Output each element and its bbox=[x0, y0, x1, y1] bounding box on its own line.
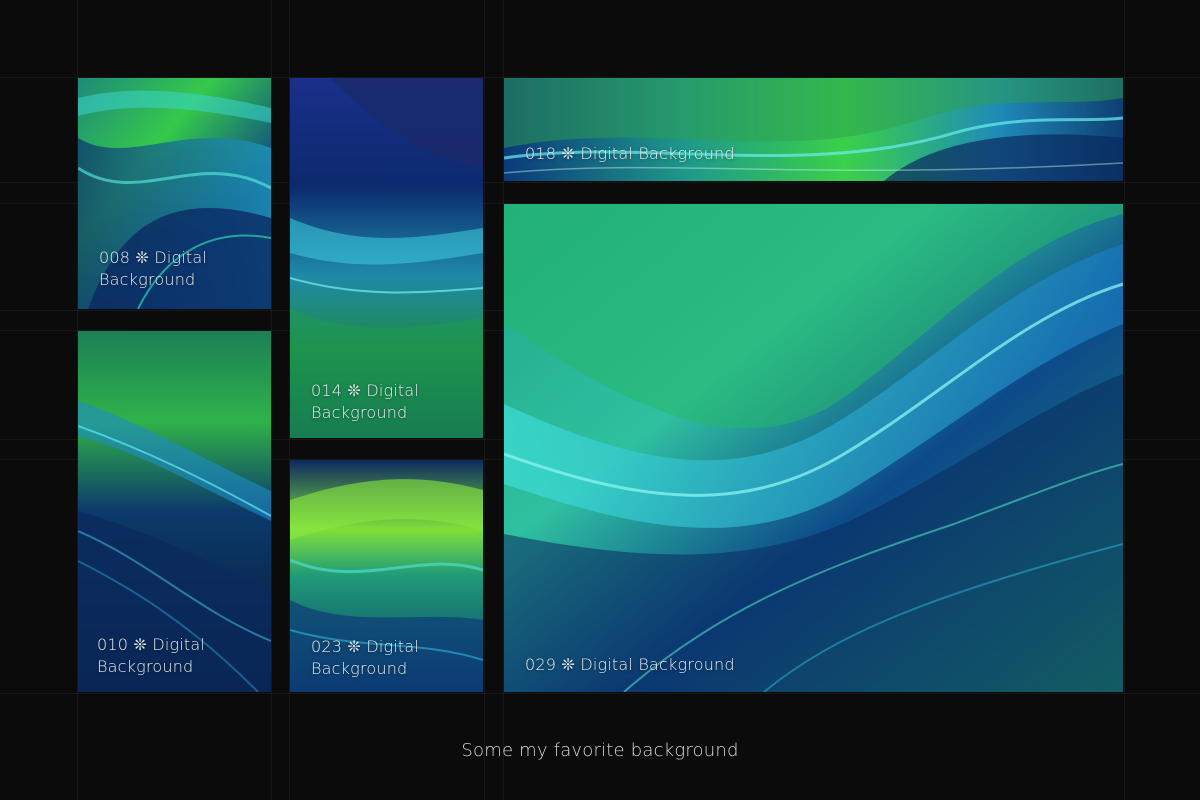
gallery-canvas: 008 ❊ Digital Background 010 ❊ Digital B… bbox=[0, 0, 1200, 800]
background-tile-029[interactable]: 029 ❊ Digital Background bbox=[504, 204, 1123, 692]
tile-caption: 008 ❊ Digital Background bbox=[99, 248, 208, 289]
background-tile-010[interactable]: 010 ❊ Digital Background bbox=[78, 331, 271, 692]
tile-caption: 014 ❊ Digital Background bbox=[311, 381, 420, 422]
guide-line bbox=[1124, 0, 1125, 800]
tile-caption: 018 ❊ Digital Background bbox=[525, 144, 735, 163]
background-tile-014[interactable]: 014 ❊ Digital Background bbox=[290, 78, 483, 438]
tile-caption: 010 ❊ Digital Background bbox=[97, 635, 206, 676]
background-tile-023[interactable]: 023 ❊ Digital Background bbox=[290, 460, 483, 692]
tile-caption: 029 ❊ Digital Background bbox=[525, 655, 735, 674]
background-tile-018[interactable]: 018 ❊ Digital Background bbox=[504, 78, 1123, 181]
background-tile-008[interactable]: 008 ❊ Digital Background bbox=[78, 78, 271, 309]
abstract-wave-image bbox=[504, 78, 1123, 181]
guide-line bbox=[484, 0, 485, 800]
guide-line bbox=[271, 0, 272, 800]
footer-caption: Some my favorite background bbox=[461, 740, 739, 761]
abstract-wave-image bbox=[504, 204, 1123, 692]
guide-line bbox=[0, 693, 1200, 694]
tile-caption: 023 ❊ Digital Background bbox=[311, 637, 420, 678]
